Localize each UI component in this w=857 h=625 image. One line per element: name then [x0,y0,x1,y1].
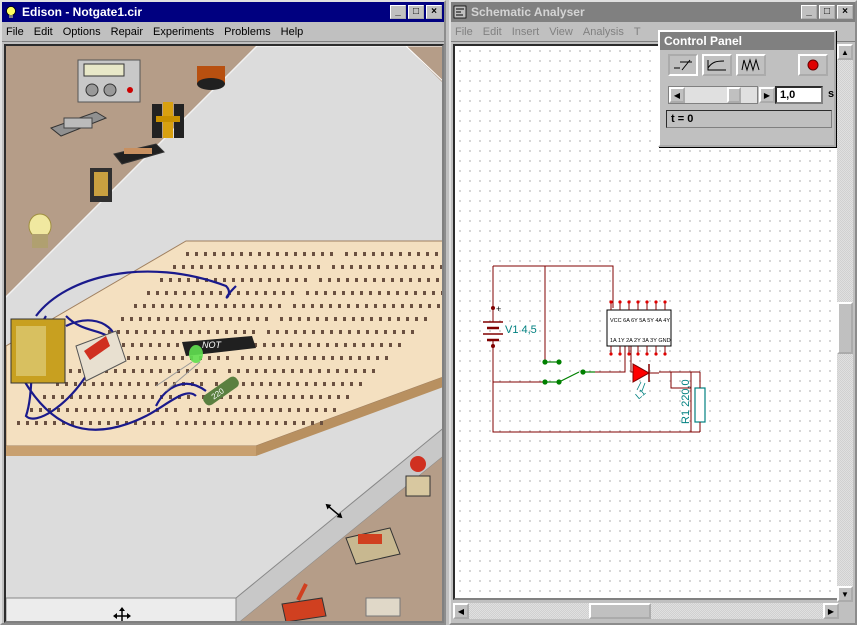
menu-experiments[interactable]: Experiments [153,26,214,38]
batteries-component[interactable] [152,102,184,138]
edison-menubar: File Edit Options Repair Experiments Pro… [2,22,444,42]
slider-right-button[interactable]: ▶ [759,87,775,103]
maximize-button[interactable]: □ [408,5,424,19]
schematic-titlebar[interactable]: Schematic Analyser _ □ × [451,2,855,22]
led-label: L1 [633,387,647,401]
window-title: Schematic Analyser [471,5,585,19]
record-icon [807,59,819,71]
edison-window: Edison - Notgate1.cir _ □ × File Edit Op… [0,0,446,625]
close-button[interactable]: × [837,5,853,19]
time-status: t = 0 [666,110,832,128]
dc-mode-icon [674,59,692,71]
chip-pins-bottom: 1A 1Y 2A 2Y 3A 3Y GND [610,338,671,344]
control-panel: Control Panel ◀ ▶ 1,0 s t = 0 [658,30,836,147]
control-panel-title[interactable]: Control Panel [660,32,834,50]
close-button[interactable]: × [426,5,442,19]
vertical-scrollbar[interactable]: ▲ ▼ [837,44,853,602]
menu-file[interactable]: File [6,26,24,38]
slider-thumb[interactable] [727,87,741,103]
ac-mode-icon [741,58,760,72]
transient-mode-icon [707,60,726,71]
vertical-scroll-thumb[interactable] [837,302,853,354]
relay-component[interactable] [365,597,401,617]
resistor-symbol[interactable]: R1 220,0 [680,371,706,433]
not-gate-ic[interactable]: VCC 6A 6Y 5A 5Y 4A 4Y 1A 1Y 2A 2Y 3A 3Y … [606,300,672,356]
workbench-area[interactable]: NOT 220 [4,44,444,623]
menu-insert[interactable]: Insert [512,26,540,38]
battery-symbol[interactable]: + V1 4,5 [483,304,537,348]
window-title: Edison - Notgate1.cir [22,5,143,19]
scroll-down-button[interactable]: ▼ [837,586,853,602]
led-symbol[interactable]: L1 [632,363,659,401]
minimize-button[interactable]: _ [801,5,817,19]
ac-mode-button[interactable] [736,54,766,76]
schematic-wires[interactable] [492,265,692,433]
scroll-left-button[interactable]: ◀ [453,603,469,619]
battery-plus-label: + [496,304,501,314]
menu-help[interactable]: Help [281,26,304,38]
maximize-button[interactable]: □ [819,5,835,19]
edison-titlebar[interactable]: Edison - Notgate1.cir _ □ × [2,2,444,22]
menu-view[interactable]: View [549,26,573,38]
horizontal-scrollbar[interactable]: ◀ ▶ [453,603,839,619]
scroll-right-button[interactable]: ▶ [823,603,839,619]
voltmeter-instrument[interactable] [77,59,141,103]
time-slider[interactable]: ◀ ▶ [668,86,775,104]
lamp-component[interactable] [28,213,52,248]
battery-on-board[interactable] [10,318,66,384]
battery-9v[interactable] [90,168,112,202]
time-unit: s [828,88,835,100]
spdt-switch[interactable] [542,359,595,385]
menu-options[interactable]: Options [63,26,101,38]
menu-edit[interactable]: Edit [34,26,53,38]
menu-file[interactable]: File [455,26,473,38]
slider-left-button[interactable]: ◀ [669,87,685,103]
scroll-up-button[interactable]: ▲ [837,44,853,60]
menu-problems[interactable]: Problems [224,26,270,38]
menu-edit[interactable]: Edit [483,26,502,38]
dc-mode-button[interactable] [668,54,698,76]
minimize-button[interactable]: _ [390,5,406,19]
transient-mode-button[interactable] [702,54,732,76]
time-input[interactable]: 1,0 [775,86,823,104]
chip-pins-top: VCC 6A 6Y 5A 5Y 4A 4Y [610,318,670,324]
resistor-label: R1 220,0 [680,379,692,424]
menu-repair[interactable]: Repair [111,26,143,38]
menu-t[interactable]: T [634,26,641,38]
horizontal-scroll-thumb[interactable] [589,603,651,619]
bulb-icon [6,6,16,18]
capacitor-component[interactable] [197,66,225,90]
battery-label: V1 4,5 [505,324,537,336]
chip-label: NOT [202,340,223,350]
schematic-app-icon [453,5,467,19]
menu-analysis[interactable]: Analysis [583,26,624,38]
record-button[interactable] [798,54,828,76]
